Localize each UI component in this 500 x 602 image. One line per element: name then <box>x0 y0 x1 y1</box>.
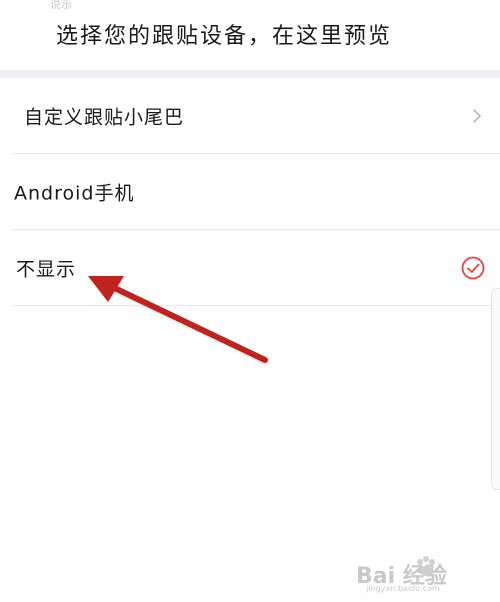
section-divider <box>0 70 500 78</box>
option-android-phone[interactable]: Android手机 <box>12 154 500 230</box>
option-custom-tail[interactable]: 自定义跟贴小尾巴 <box>12 78 500 154</box>
watermark-url: jingyan.baidu.com <box>366 584 440 593</box>
scrollbar[interactable] <box>491 288 500 490</box>
option-label: 自定义跟贴小尾巴 <box>24 106 185 128</box>
check-circle-icon <box>461 256 485 279</box>
option-label: 不显示 <box>16 258 77 280</box>
paw-icon <box>417 556 435 576</box>
option-label: Android手机 <box>14 182 135 204</box>
partial-caption: 说示 <box>50 0 72 11</box>
preview-text: 选择您的跟贴设备，在这里预览 <box>56 24 393 49</box>
option-hide[interactable]: 不显示 <box>12 230 500 306</box>
chevron-right-icon <box>473 108 481 123</box>
device-option-list: 自定义跟贴小尾巴 Android手机 不显示 <box>0 78 500 306</box>
baidu-watermark: Bai 经验 jingyan.baidu.com <box>356 548 496 598</box>
